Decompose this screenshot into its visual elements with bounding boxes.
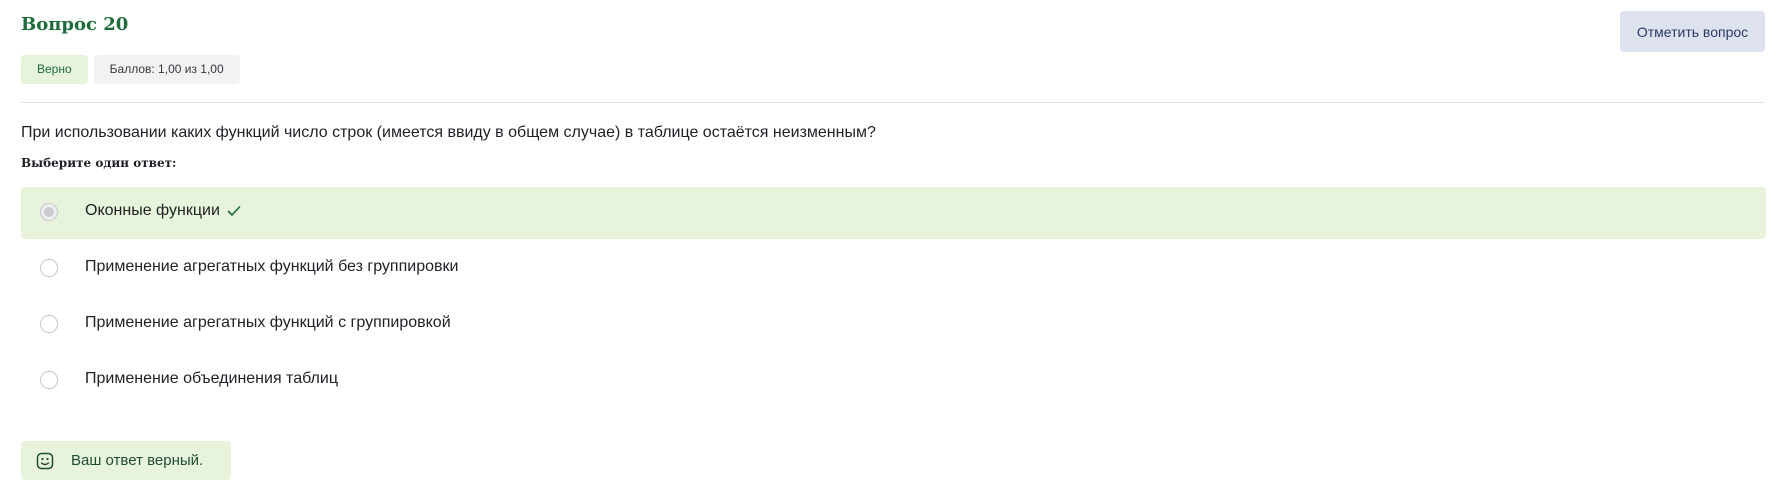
question-status-badges: Верно Баллов: 1,00 из 1,00: [21, 55, 240, 84]
divider: [21, 102, 1765, 103]
state-badge: Верно: [21, 55, 88, 84]
radio-button[interactable]: [40, 371, 58, 389]
answer-option-4[interactable]: Применение объединения таблиц: [21, 355, 1766, 407]
answer-label[interactable]: Применение агрегатных функций без группи…: [85, 258, 458, 276]
feedback-text: Ваш ответ верный.: [71, 452, 204, 469]
answer-list: Оконные функции Применение агрегатных фу…: [21, 187, 1766, 411]
answer-label[interactable]: Применение объединения таблиц: [85, 370, 338, 388]
answer-label[interactable]: Применение агрегатных функций с группиро…: [85, 314, 451, 332]
answer-option-1[interactable]: Оконные функции: [21, 187, 1766, 239]
radio-button[interactable]: [40, 259, 58, 277]
answer-prompt: Выберите один ответ:: [21, 156, 177, 170]
answer-option-3[interactable]: Применение агрегатных функций с группиро…: [21, 299, 1766, 351]
check-icon: [227, 206, 241, 216]
smile-icon: [36, 452, 54, 470]
question-title: Вопрос 20: [21, 14, 129, 35]
answer-label[interactable]: Оконные функции: [85, 202, 242, 220]
feedback-box: Ваш ответ верный.: [21, 441, 231, 480]
flag-question-button[interactable]: Отметить вопрос: [1620, 11, 1765, 52]
answer-option-2[interactable]: Применение агрегатных функций без группи…: [21, 243, 1766, 295]
radio-button-checked[interactable]: [40, 203, 58, 221]
grade-badge: Баллов: 1,00 из 1,00: [93, 55, 240, 84]
question-text: При использовании каких функций число ст…: [21, 124, 876, 141]
radio-button[interactable]: [40, 315, 58, 333]
